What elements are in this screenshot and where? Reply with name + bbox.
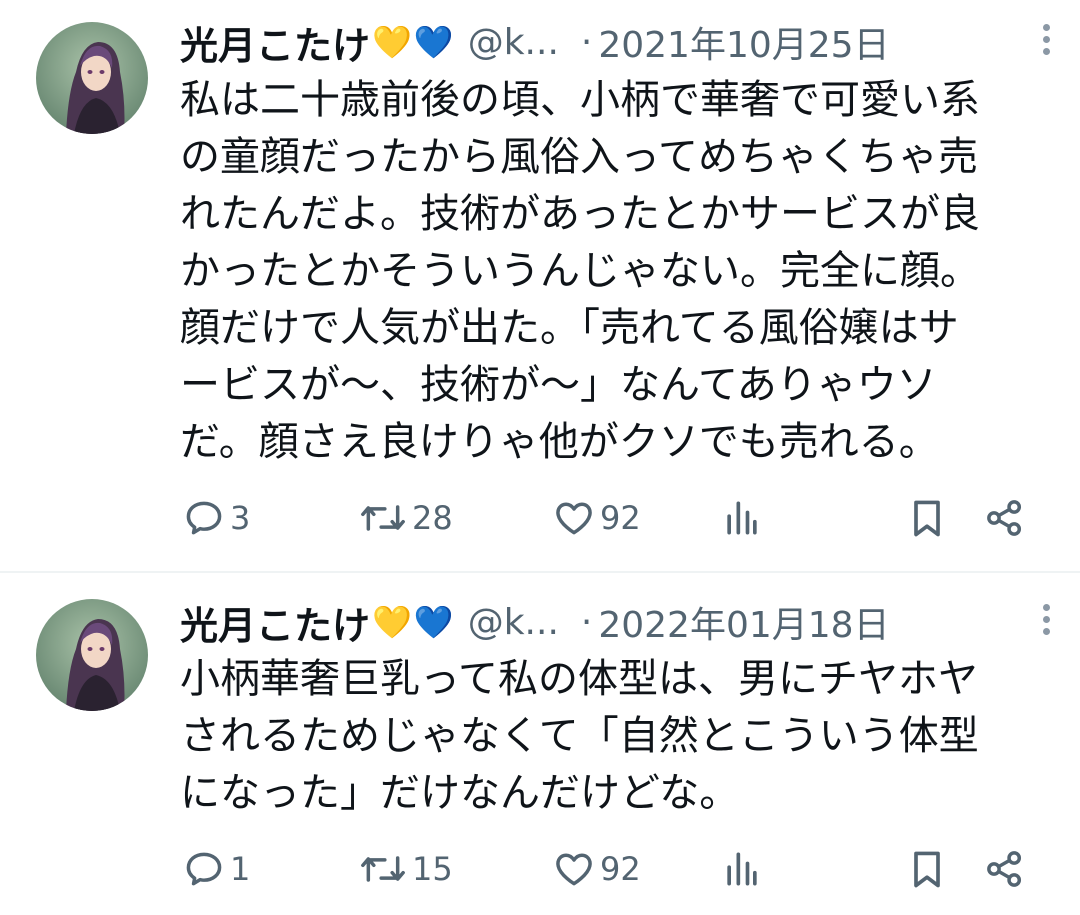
- separator-dot: ·: [580, 21, 593, 63]
- blue-heart-emoji: 💙: [413, 603, 454, 641]
- views-icon: [727, 501, 757, 535]
- like-button[interactable]: 92: [552, 488, 641, 548]
- bookmark-icon: [914, 500, 940, 537]
- avatar[interactable]: [36, 22, 148, 134]
- tweet-actions: 1 15 92: [180, 839, 1040, 899]
- retweet-button[interactable]: 28: [358, 488, 453, 548]
- author-handle[interactable]: @k...: [468, 602, 559, 643]
- avatar-image: [36, 599, 148, 711]
- reply-icon: [186, 501, 222, 535]
- tweet-date[interactable]: 2022年01月18日: [598, 596, 889, 648]
- tweet-text: 小柄華奢巨乳って私の体型は、男にチヤホヤ されるためじゃなくて「自然とこういう体…: [180, 656, 979, 816]
- reply-count: 3: [230, 499, 251, 537]
- author-name[interactable]: 光月こたけ: [180, 595, 370, 650]
- like-count: 92: [600, 850, 641, 888]
- reply-count: 1: [230, 850, 251, 888]
- views-icon: [727, 852, 757, 886]
- reply-button[interactable]: 1: [182, 839, 250, 899]
- tweet-actions: 3 28 92: [180, 488, 1040, 548]
- more-vertical-icon[interactable]: [1036, 600, 1056, 644]
- tweet-text: 私は二十歳前後の頃、小柄で華奢で可愛い系 の童顔だったから風俗入ってめちゃくちゃ…: [180, 77, 980, 465]
- reply-icon: [186, 852, 222, 886]
- share-icon: [987, 851, 1022, 887]
- author-handle[interactable]: @k...: [468, 22, 559, 63]
- heart-icon: [556, 502, 592, 535]
- share-icon: [987, 500, 1022, 536]
- tweet-header: 光月こたけ 💛 💙 @k... · 2021年10月25日: [180, 12, 1060, 72]
- avatar[interactable]: [36, 599, 148, 711]
- yellow-heart-emoji: 💛: [372, 603, 412, 641]
- author-name[interactable]: 光月こたけ: [180, 15, 370, 70]
- retweet-icon: [361, 505, 405, 531]
- yellow-heart-emoji: 💛: [372, 23, 412, 61]
- bookmark-button[interactable]: [905, 839, 949, 899]
- views-button[interactable]: [720, 839, 764, 899]
- bookmark-icon: [914, 851, 940, 888]
- retweet-count: 28: [412, 499, 453, 537]
- share-button[interactable]: [983, 839, 1027, 899]
- tweet[interactable]: 光月こたけ 💛 💙 @k... · 2022年01月18日 小柄華奢巨乳って私の…: [0, 572, 1080, 915]
- retweet-button[interactable]: 15: [358, 839, 453, 899]
- heart-icon: [556, 853, 592, 886]
- share-button[interactable]: [983, 488, 1027, 548]
- bookmark-button[interactable]: [905, 488, 949, 548]
- tweet-header: 光月こたけ 💛 💙 @k... · 2022年01月18日: [180, 592, 1060, 652]
- retweet-icon: [361, 856, 405, 882]
- tweet[interactable]: 光月こたけ 💛 💙 @k... · 2021年10月25日 私は二十歳前後の頃、…: [0, 0, 1080, 572]
- like-button[interactable]: 92: [552, 839, 641, 899]
- blue-heart-emoji: 💙: [413, 23, 454, 61]
- avatar-image: [36, 22, 148, 134]
- retweet-count: 15: [412, 850, 453, 888]
- views-button[interactable]: [720, 488, 764, 548]
- like-count: 92: [600, 499, 641, 537]
- more-vertical-icon[interactable]: [1036, 20, 1056, 64]
- reply-button[interactable]: 3: [182, 488, 250, 548]
- separator-dot: ·: [580, 601, 593, 643]
- tweet-date[interactable]: 2021年10月25日: [598, 16, 889, 68]
